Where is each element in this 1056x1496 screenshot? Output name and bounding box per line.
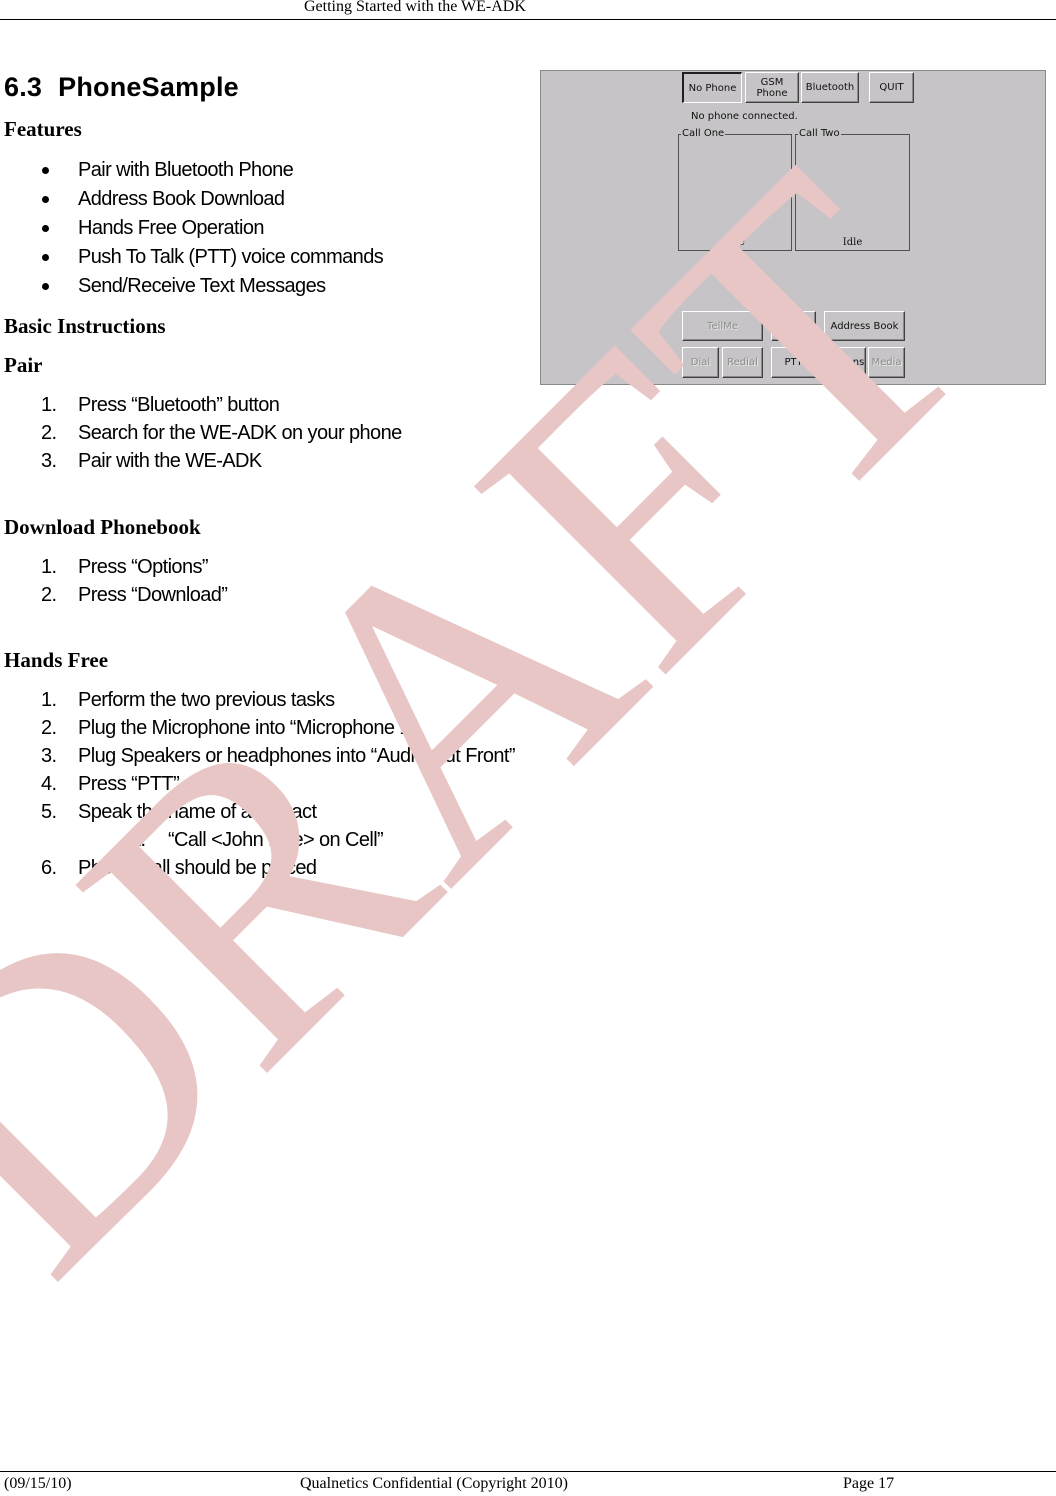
list-item: 3. Plug Speakers or headphones into “Audi… [41,745,516,767]
call-one-label: Call One [681,128,726,140]
options-button[interactable]: Options [824,347,866,378]
features-heading: Features [4,117,82,141]
connection-status: No phone connected. [691,111,798,122]
footer-confidential: Qualnetics Confidential (Copyright 2010) [300,1475,568,1492]
ptt-button[interactable]: PTT [771,347,816,378]
header-title: Getting Started with the WE-ADK [304,0,526,15]
download-phonebook-heading: Download Phonebook [4,515,201,539]
list-item: 3. Pair with the WE-ADK [41,450,262,472]
list-item: 6. Phone Call should be placed [41,857,317,879]
page-header: Getting Started with the WE-ADK [0,0,1056,20]
section-number: 6.3 [4,72,43,102]
download-phonebook-steps: 1. Press “Options” 2. Press “Download” [0,553,228,609]
quit-button[interactable]: QUIT [869,72,914,103]
section-title: 6.3 PhoneSample [4,72,239,103]
sms-button[interactable]: SMS [771,311,816,341]
bullet-icon [42,167,49,174]
basic-instructions-heading: Basic Instructions [4,314,166,338]
dial-button[interactable]: Dial [682,347,719,378]
list-item: Hands Free Operation [0,214,383,243]
phone-sample-app-screenshot: No Phone GSM Phone Bluetooth QUIT No phon… [540,70,1046,385]
bluetooth-button[interactable]: Bluetooth [801,72,859,103]
address-book-button[interactable]: Address Book [824,311,905,341]
footer-date: (09/15/10) [4,1475,72,1492]
list-item: Address Book Download [0,185,383,214]
pair-steps: 1. Press “Bluetooth” button 2. Search for … [0,391,402,475]
hands-free-steps: 1. Perform the two previous tasks 2. Plug … [0,686,516,882]
bullet-icon [42,283,49,290]
call-one-state: Idle [725,237,745,248]
list-item: 1. Press “Options” [41,556,209,578]
list-item: 5. Speak the name of a contact [41,801,317,823]
call-two-state: Idle [842,237,863,248]
call-two-label: Call Two [798,128,841,140]
hands-free-heading: Hands Free [4,648,109,672]
footer-page-number: Page 17 [843,1475,895,1492]
redial-button[interactable]: Redial [722,347,763,378]
list-item: 2. Press “Download” [41,584,228,606]
list-item: 2. Search for the WE-ADK on your phone [41,422,402,444]
bullet-icon [42,225,49,232]
list-item: Pair with Bluetooth Phone [0,156,383,185]
list-subitem: a. “Call <John Doe> on Cell” [130,829,384,851]
page-footer: (09/15/10) Qualnetics Confidential (Copy… [0,1471,1056,1496]
call-two-panel: Call Two Idle [795,128,910,251]
list-item: 1. Press “Bluetooth” button [41,394,280,416]
no-phone-button[interactable]: No Phone [682,72,742,103]
bullet-icon [42,196,49,203]
media-button[interactable]: Media [868,347,905,378]
pair-heading: Pair [4,353,43,377]
gsm-phone-button[interactable]: GSM Phone [745,72,799,103]
list-item: 1. Perform the two previous tasks [41,689,335,711]
tellme-button[interactable]: TellMe [682,311,763,341]
list-item: Send/Receive Text Messages [0,272,383,301]
list-item: 4. Press “PTT” [41,773,180,795]
section-name: PhoneSample [58,72,239,102]
bullet-icon [42,254,49,261]
list-item: 2. Plug the Microphone into “Microphone 1… [41,717,417,739]
call-one-panel: Call One Idle [678,128,792,251]
list-item: Push To Talk (PTT) voice commands [0,243,384,272]
features-list: Pair with Bluetooth Phone Address Book D… [0,156,384,301]
